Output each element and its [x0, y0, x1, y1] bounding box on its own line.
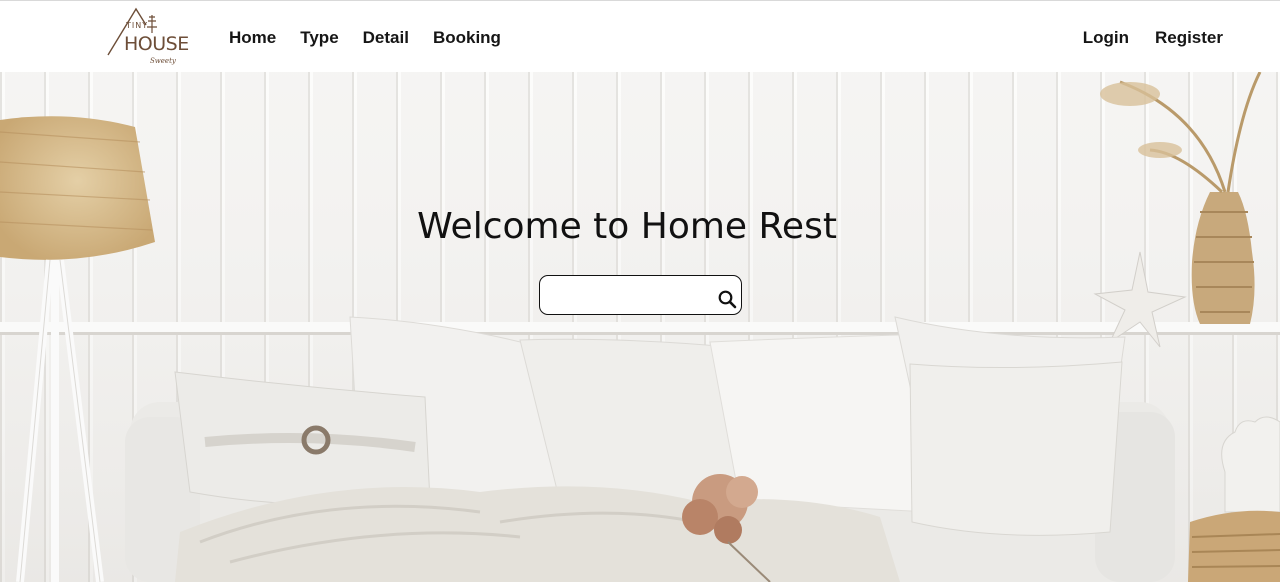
search-icon[interactable] — [717, 289, 739, 311]
hero-banner: Welcome to Home Rest — [0, 72, 1280, 582]
logo-text-house: HOUSE — [124, 33, 189, 55]
logo-text-tagline: Sweety — [150, 57, 176, 65]
login-link[interactable]: Login — [1083, 28, 1129, 48]
top-navbar: TINY HOUSE Sweety Home Type Detail Booki… — [0, 0, 1280, 72]
living-room-background-image — [0, 72, 1280, 582]
nav-link-booking[interactable]: Booking — [433, 28, 501, 48]
hero-title: Welcome to Home Rest — [417, 206, 837, 247]
main-nav: Home Type Detail Booking — [229, 28, 501, 48]
account-nav: Login Register — [1083, 28, 1223, 48]
tiny-house-logo[interactable]: TINY HOUSE Sweety — [106, 7, 189, 69]
register-link[interactable]: Register — [1155, 28, 1223, 48]
nav-link-detail[interactable]: Detail — [363, 28, 409, 48]
search-bar — [539, 275, 742, 315]
nav-link-home[interactable]: Home — [229, 28, 276, 48]
search-input[interactable] — [548, 284, 718, 306]
nav-link-type[interactable]: Type — [300, 28, 338, 48]
logo-text-tiny: TINY — [126, 21, 149, 30]
